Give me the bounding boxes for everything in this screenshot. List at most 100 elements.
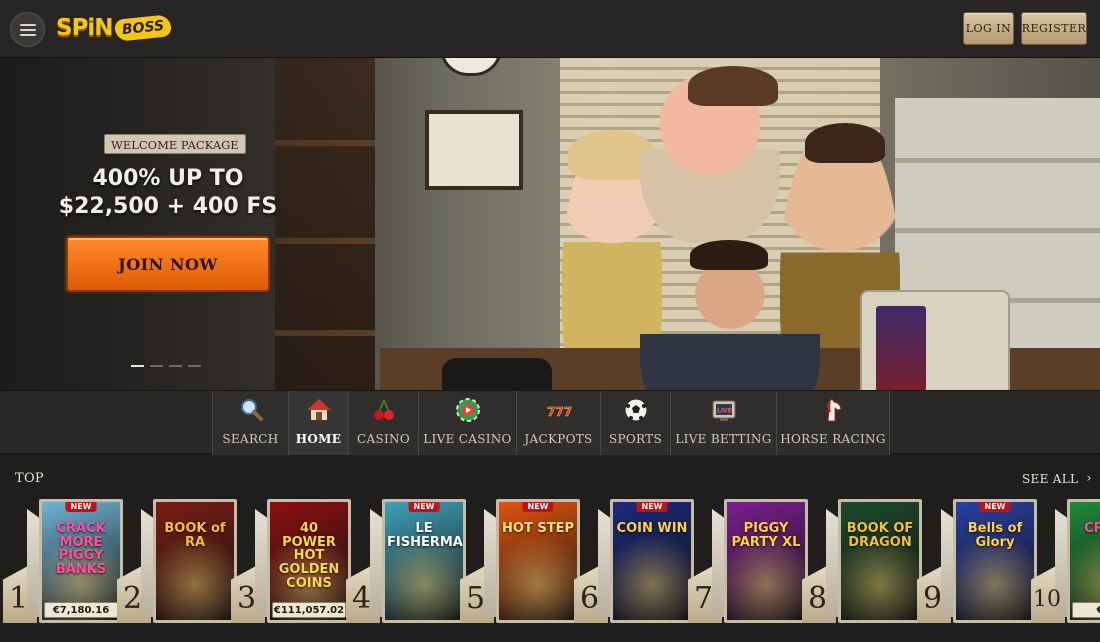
game-tile[interactable]: 9 Bells of Glory NEW: [917, 499, 1037, 624]
game-tile[interactable]: 2 BOOK of RA: [117, 499, 237, 624]
category-nav: SEARCH HOME CASINO LIVE CASINO 777 JACKP…: [0, 390, 1100, 455]
new-badge: NEW: [636, 502, 668, 512]
game-tile[interactable]: 4 LE FISHERMAN NEW: [346, 499, 466, 624]
carousel-dot[interactable]: [169, 365, 182, 367]
game-thumbnail[interactable]: Bells of Glory NEW: [953, 499, 1037, 623]
game-title: 40 POWER HOT GOLDEN COINS: [278, 521, 340, 591]
jackpot-amount: €7,180.16: [44, 602, 118, 618]
live-chip-icon: [455, 397, 481, 423]
new-badge: NEW: [979, 502, 1011, 512]
rank-number: 9: [923, 581, 943, 616]
wall-certificate: [425, 110, 523, 190]
rank-number: 4: [352, 581, 372, 616]
nav-casino[interactable]: CASINO: [348, 391, 418, 455]
game-art: [727, 502, 805, 620]
cherries-icon: [371, 397, 397, 423]
soccer-ball-icon: [623, 397, 649, 423]
carousel-dot[interactable]: [131, 365, 144, 367]
game-thumbnail[interactable]: CRASH €7,1: [1067, 499, 1100, 623]
hero-banner[interactable]: WELCOME PACKAGE 400% UP TO $22,500 + 400…: [0, 58, 1100, 390]
carousel-dots: [131, 365, 201, 367]
rank-number: 6: [580, 581, 600, 616]
join-now-button[interactable]: JOIN NOW: [66, 236, 270, 292]
rank-flag: [826, 509, 838, 617]
rank-flag: [712, 509, 724, 617]
game-thumbnail[interactable]: 40 POWER HOT GOLDEN COINS €111,057.02: [267, 499, 351, 623]
new-badge: NEW: [65, 502, 97, 512]
rank-flag: [370, 509, 382, 617]
new-badge: NEW: [522, 502, 554, 512]
game-thumbnail[interactable]: BOOK of RA: [153, 499, 237, 623]
live-tv-icon: LIVE: [711, 397, 737, 423]
game-title: BOOK of RA: [164, 521, 226, 550]
rank-flag: [484, 509, 496, 617]
game-tile[interactable]: 7 PIGGY PARTY XL: [688, 499, 808, 624]
game-tile[interactable]: 3 40 POWER HOT GOLDEN COINS €111,057.02: [231, 499, 351, 624]
game-thumbnail[interactable]: CRACK MORE PIGGY BANKS NEW €7,180.16: [39, 499, 123, 623]
game-thumbnail[interactable]: BOOK OF DRAGON: [838, 499, 922, 623]
game-art: [385, 502, 463, 620]
nav-label: LIVE BETTING: [675, 432, 772, 446]
svg-text:LIVE: LIVE: [717, 408, 732, 415]
search-icon: [238, 397, 264, 423]
game-title: Bells of Glory: [967, 521, 1023, 550]
rank-number: 8: [808, 581, 828, 616]
777-icon: 777: [546, 397, 572, 423]
nav-horse-racing[interactable]: HORSE RACING: [776, 391, 889, 455]
nav-divider: [889, 391, 890, 455]
rank-number: 7: [694, 581, 714, 616]
rank-number: 5: [466, 581, 486, 616]
game-thumbnail[interactable]: LE FISHERMAN NEW: [382, 499, 466, 623]
jackpot-amount: €111,057.02: [272, 602, 346, 618]
game-art: [499, 502, 577, 620]
nav-label: JACKPOTS: [524, 432, 593, 446]
rank-flag: [598, 509, 610, 617]
game-thumbnail[interactable]: PIGGY PARTY XL: [724, 499, 808, 623]
site-logo[interactable]: SPiN BOSS: [56, 10, 172, 46]
logo-wordmark: SPiN: [56, 15, 114, 41]
nav-jackpots[interactable]: 777 JACKPOTS: [516, 391, 600, 455]
carousel-dot[interactable]: [150, 365, 163, 367]
promo-amount: $22,500 + 400 FS: [58, 194, 278, 219]
rank-flag: [27, 509, 39, 617]
rank-number: 10: [1033, 587, 1061, 612]
svg-text:777: 777: [547, 405, 572, 419]
rank-number: 1: [9, 581, 29, 616]
game-tile[interactable]: 10 CRASH €7,1: [1031, 499, 1100, 624]
nav-sports[interactable]: SPORTS: [600, 391, 670, 455]
game-art: [956, 502, 1034, 620]
game-art: [156, 502, 234, 620]
game-title: COIN WIN: [616, 521, 688, 536]
register-button[interactable]: REGISTER: [1021, 12, 1087, 45]
nav-live-betting[interactable]: LIVE LIVE BETTING: [670, 391, 776, 455]
game-title: LE FISHERMAN: [387, 521, 466, 550]
game-tile[interactable]: 6 COIN WIN NEW: [574, 499, 694, 624]
game-tile[interactable]: 5 HOT STEP NEW: [460, 499, 580, 624]
nav-label: HORSE RACING: [780, 432, 886, 446]
rank-flag: [141, 509, 153, 617]
character-hair: [690, 240, 768, 270]
login-button[interactable]: LOG IN: [963, 12, 1014, 45]
menu-button[interactable]: [10, 12, 45, 47]
nav-label: SPORTS: [609, 432, 662, 446]
game-tile[interactable]: 8 BOOK OF DRAGON: [802, 499, 922, 624]
game-thumbnail[interactable]: HOT STEP NEW: [496, 499, 580, 623]
nav-home[interactable]: HOME: [288, 391, 348, 455]
nav-label: SEARCH: [222, 432, 279, 446]
promo-headline: 400% UP TO: [92, 166, 244, 191]
section-title: TOP: [15, 471, 44, 486]
game-art: [613, 502, 691, 620]
game-title: HOT STEP: [502, 521, 574, 536]
game-title: BOOK OF DRAGON: [846, 521, 914, 550]
game-thumbnail[interactable]: COIN WIN NEW: [610, 499, 694, 623]
carousel-dot[interactable]: [188, 365, 201, 367]
see-all-link[interactable]: SEE ALL ›: [1022, 471, 1092, 486]
character-hair: [805, 123, 885, 163]
hamburger-icon: [19, 23, 36, 36]
nav-live-casino[interactable]: LIVE CASINO: [418, 391, 516, 455]
nav-search[interactable]: SEARCH: [212, 391, 288, 455]
nav-label: HOME: [295, 432, 342, 446]
game-tile[interactable]: 1 CRACK MORE PIGGY BANKS NEW €7,180.16: [3, 499, 123, 624]
wall-clock: [440, 58, 502, 76]
game-title: PIGGY PARTY XL: [731, 521, 801, 550]
